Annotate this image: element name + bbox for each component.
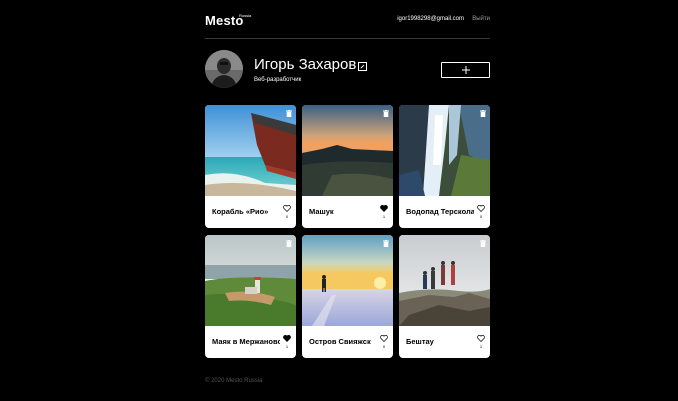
card-title: Маяк в Мержаново bbox=[212, 337, 280, 346]
trash-icon bbox=[480, 110, 486, 117]
heart-icon bbox=[477, 335, 485, 342]
add-card-button[interactable] bbox=[441, 62, 490, 78]
plus-icon bbox=[461, 66, 470, 74]
card: Маяк в Мержаново 1 bbox=[205, 235, 296, 358]
card-title: Машук bbox=[309, 207, 334, 216]
trash-icon bbox=[383, 240, 389, 247]
user-email: igor1998298@gmail.com bbox=[397, 16, 464, 22]
footer-copyright: © 2020 Mesto Russia bbox=[205, 378, 263, 384]
trash-icon bbox=[383, 110, 389, 117]
card-image[interactable] bbox=[302, 105, 393, 196]
avatar-image bbox=[205, 50, 243, 88]
card: Водопад Терсколак 0 bbox=[399, 105, 490, 228]
logo-subtitle: Russia bbox=[239, 13, 252, 18]
delete-card-button[interactable] bbox=[286, 110, 292, 117]
trash-icon bbox=[286, 110, 292, 117]
card-title: Остров Свияжск bbox=[309, 337, 371, 346]
card: Машук 1 bbox=[302, 105, 393, 228]
heart-icon bbox=[380, 335, 388, 342]
card: Корабль «Рио» 0 bbox=[205, 105, 296, 228]
pencil-icon bbox=[360, 64, 365, 69]
like-count: 1 bbox=[479, 344, 483, 349]
delete-card-button[interactable] bbox=[286, 240, 292, 247]
logout-link[interactable]: Выйти bbox=[472, 16, 490, 22]
like-count: 0 bbox=[479, 214, 483, 219]
heart-icon bbox=[283, 205, 291, 212]
like-count: 0 bbox=[382, 344, 386, 349]
like-count: 1 bbox=[382, 214, 386, 219]
card: Бештау 1 bbox=[399, 235, 490, 358]
card-title: Корабль «Рио» bbox=[212, 207, 269, 216]
card-image[interactable] bbox=[399, 105, 490, 196]
header: Mesto Russia igor1998298@gmail.com Выйти bbox=[205, 8, 490, 39]
card-image[interactable] bbox=[205, 235, 296, 326]
page: Mesto Russia igor1998298@gmail.com Выйти… bbox=[0, 0, 678, 401]
heart-icon bbox=[477, 205, 485, 212]
logo: Mesto bbox=[205, 13, 244, 28]
like-count: 1 bbox=[285, 344, 289, 349]
card-title: Бештау bbox=[406, 337, 434, 346]
like-button[interactable] bbox=[477, 205, 485, 212]
like-button[interactable] bbox=[380, 205, 388, 212]
card-image[interactable] bbox=[302, 235, 393, 326]
like-button[interactable] bbox=[283, 205, 291, 212]
delete-card-button[interactable] bbox=[383, 240, 389, 247]
card-image[interactable] bbox=[205, 105, 296, 196]
trash-icon bbox=[480, 240, 486, 247]
like-button[interactable] bbox=[380, 335, 388, 342]
card-title: Водопад Терсколак bbox=[406, 207, 474, 216]
trash-icon bbox=[286, 240, 292, 247]
heart-icon bbox=[380, 205, 388, 212]
like-button[interactable] bbox=[283, 335, 291, 342]
delete-card-button[interactable] bbox=[480, 110, 486, 117]
card: Остров Свияжск 0 bbox=[302, 235, 393, 358]
profile-name: Игорь Захаров bbox=[254, 56, 357, 73]
delete-card-button[interactable] bbox=[480, 240, 486, 247]
delete-card-button[interactable] bbox=[383, 110, 389, 117]
card-image[interactable] bbox=[399, 235, 490, 326]
profile-job: Веб-разработчик bbox=[254, 77, 302, 83]
edit-profile-button[interactable] bbox=[358, 62, 367, 71]
like-count: 0 bbox=[285, 214, 289, 219]
avatar[interactable] bbox=[205, 50, 243, 88]
heart-icon bbox=[283, 335, 291, 342]
like-button[interactable] bbox=[477, 335, 485, 342]
